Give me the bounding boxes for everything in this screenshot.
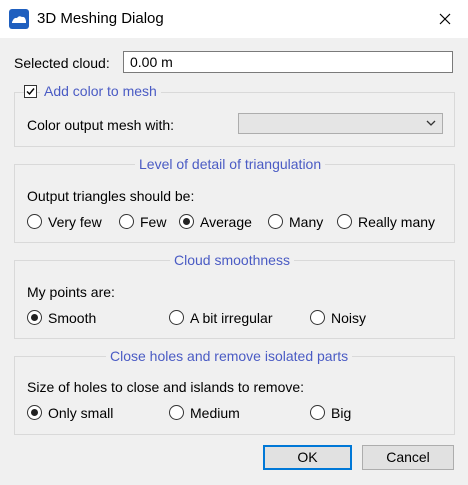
radio-noisy[interactable]	[310, 310, 325, 325]
radio-smooth-label[interactable]: Smooth	[48, 310, 96, 326]
selected-cloud-field[interactable]: 0.00 m	[123, 51, 453, 73]
add-color-checkbox[interactable]	[24, 85, 37, 98]
radio-selected-dot	[183, 218, 190, 225]
meshlab-icon	[9, 9, 29, 29]
radio-few-label[interactable]: Few	[140, 214, 166, 230]
radio-average-label[interactable]: Average	[200, 214, 252, 230]
radio-only-small[interactable]	[27, 405, 42, 420]
radio-bit-irregular[interactable]	[169, 310, 184, 325]
detail-group-title: Level of detail of triangulation	[135, 156, 326, 172]
radio-selected-dot	[31, 314, 38, 321]
window-title: 3D Meshing Dialog	[37, 10, 164, 27]
radio-noisy-label[interactable]: Noisy	[331, 310, 366, 326]
radio-really-many[interactable]	[337, 214, 352, 229]
close-button[interactable]	[422, 0, 468, 38]
color-output-label: Color output mesh with:	[27, 117, 175, 133]
cancel-button[interactable]: Cancel	[362, 445, 454, 470]
radio-big-label[interactable]: Big	[331, 405, 351, 421]
smoothness-group-title: Cloud smoothness	[170, 252, 294, 268]
radio-medium[interactable]	[169, 405, 184, 420]
radio-bit-irregular-label[interactable]: A bit irregular	[190, 310, 272, 326]
radio-really-many-label[interactable]: Really many	[358, 214, 435, 230]
radio-only-small-label[interactable]: Only small	[48, 405, 113, 421]
chevron-down-icon	[426, 120, 436, 126]
radio-very-few-label[interactable]: Very few	[48, 214, 102, 230]
detail-prompt: Output triangles should be:	[27, 188, 195, 204]
radio-medium-label[interactable]: Medium	[190, 405, 240, 421]
checkmark-icon	[26, 88, 35, 96]
holes-prompt: Size of holes to close and islands to re…	[27, 379, 305, 395]
selected-cloud-label: Selected cloud:	[14, 55, 110, 71]
radio-many-label[interactable]: Many	[289, 214, 323, 230]
holes-group	[14, 356, 455, 435]
radio-smooth[interactable]	[27, 310, 42, 325]
ok-button[interactable]: OK	[263, 445, 352, 470]
radio-few[interactable]	[119, 214, 134, 229]
radio-very-few[interactable]	[27, 214, 42, 229]
radio-big[interactable]	[310, 405, 325, 420]
holes-group-title: Close holes and remove isolated parts	[106, 348, 353, 364]
smoothness-prompt: My points are:	[27, 284, 115, 300]
add-color-label[interactable]: Add color to mesh	[40, 83, 161, 99]
close-icon	[439, 13, 451, 25]
title-bar: 3D Meshing Dialog	[0, 0, 468, 38]
radio-average[interactable]	[179, 214, 194, 229]
color-output-combo[interactable]	[238, 113, 443, 134]
radio-many[interactable]	[268, 214, 283, 229]
radio-selected-dot	[31, 409, 38, 416]
